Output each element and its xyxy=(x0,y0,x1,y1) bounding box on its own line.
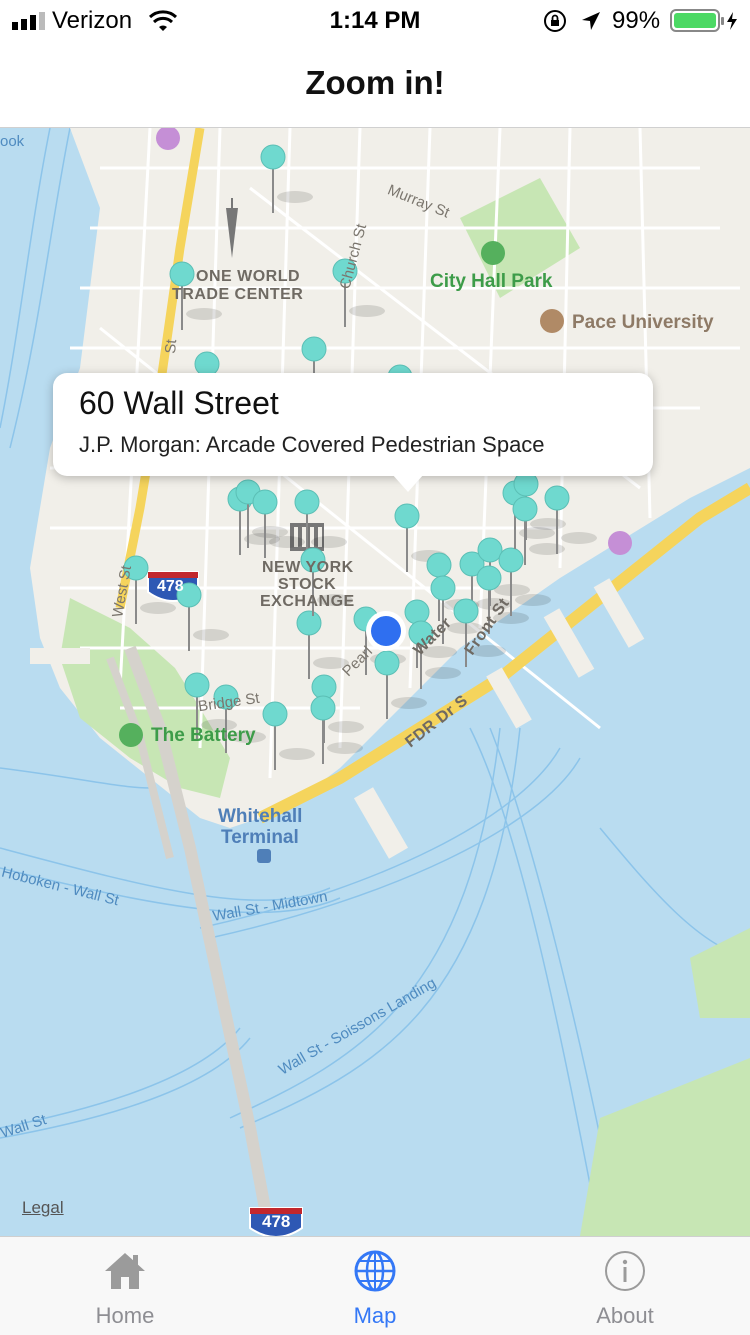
label-greenwich-st: St xyxy=(162,338,181,355)
globe-icon xyxy=(354,1250,396,1292)
label-city-hall-park[interactable]: City Hall Park xyxy=(430,271,553,293)
pin-shadow xyxy=(425,667,461,679)
tab-bar: Home Map About xyxy=(0,1236,750,1335)
ferry-terminal-icon xyxy=(257,849,271,863)
pin-shadow xyxy=(515,594,551,606)
pin-shadow xyxy=(349,305,385,317)
pin-head[interactable] xyxy=(294,489,320,515)
callout-subtitle: J.P. Morgan: Arcade Covered Pedestrian S… xyxy=(79,432,545,457)
rotation-lock-icon xyxy=(544,10,566,32)
label-brook: ook xyxy=(0,133,25,150)
pin-head[interactable] xyxy=(453,598,479,624)
pin-head[interactable] xyxy=(498,547,524,573)
label-interstate-478-bottom: 478 xyxy=(262,1212,291,1231)
label-trade-center: TRADE CENTER xyxy=(172,286,304,303)
label-nyse-line2: STOCK xyxy=(278,576,337,593)
pin-head[interactable] xyxy=(311,674,337,700)
pin-head[interactable] xyxy=(184,672,210,698)
pin-head[interactable] xyxy=(296,610,322,636)
pin-head[interactable] xyxy=(260,144,286,170)
label-nyse-line3: EXCHANGE xyxy=(260,593,355,610)
legal-link[interactable]: Legal xyxy=(22,1198,64,1218)
pin-head[interactable] xyxy=(252,489,278,515)
pin-head[interactable] xyxy=(394,503,420,529)
map-view[interactable]: ONE WORLD TRADE CENTER City Hall Park Pa… xyxy=(0,128,750,1236)
tab-home[interactable]: Home xyxy=(0,1237,250,1335)
label-whitehall-line1: Whitehall xyxy=(218,806,303,827)
callout-title[interactable]: 60 Wall Street xyxy=(79,385,279,422)
battery-percent: 99% xyxy=(612,7,661,34)
label-nyse-line1: NEW YORK xyxy=(262,559,354,576)
pin-shadow xyxy=(269,536,305,548)
university-icon xyxy=(540,309,564,333)
annotation-callout[interactable]: 60 Wall Street J.P. Morgan: Arcade Cover… xyxy=(53,373,653,476)
tab-about-label: About xyxy=(596,1303,654,1328)
status-bar: Verizon 1:14 PM 99% xyxy=(0,0,750,40)
label-pace-university[interactable]: Pace University xyxy=(572,312,714,334)
navigation-bar: Zoom in! xyxy=(0,40,750,128)
pin-head[interactable] xyxy=(301,336,327,362)
callout-pointer xyxy=(392,474,424,492)
pin-head[interactable] xyxy=(404,599,430,625)
pin-shadow xyxy=(140,602,176,614)
pin-head[interactable] xyxy=(544,485,570,511)
pin-shadow xyxy=(561,532,597,544)
info-icon xyxy=(605,1251,645,1291)
pin-head[interactable] xyxy=(430,575,456,601)
page-title: Zoom in! xyxy=(305,64,445,101)
pin-shadow xyxy=(327,742,363,754)
pin-head[interactable] xyxy=(476,565,502,591)
pin-head[interactable] xyxy=(169,261,195,287)
pin-head[interactable] xyxy=(512,496,538,522)
pin-head[interactable] xyxy=(374,650,400,676)
battery-icon xyxy=(670,9,737,32)
park-tree-icon xyxy=(481,241,505,265)
tab-about[interactable]: About xyxy=(500,1237,750,1335)
pin-head[interactable] xyxy=(477,537,503,563)
pin-shadow xyxy=(530,518,566,530)
battery-tree-icon xyxy=(119,723,143,747)
pin-head[interactable] xyxy=(262,701,288,727)
pin-shadow xyxy=(311,536,347,548)
pin-shadow xyxy=(328,721,364,733)
tab-map-label: Map xyxy=(353,1303,397,1328)
pin-shadow xyxy=(186,308,222,320)
pin-head[interactable] xyxy=(426,552,452,578)
house-icon xyxy=(105,1253,145,1289)
pin-shadow xyxy=(529,543,565,555)
pin-shadow xyxy=(277,191,313,203)
pin-head[interactable] xyxy=(310,695,336,721)
location-arrow-icon xyxy=(582,12,600,30)
label-the-battery[interactable]: The Battery xyxy=(151,725,256,747)
pin-shadow xyxy=(193,629,229,641)
tab-home-label: Home xyxy=(95,1303,155,1328)
user-location-dot xyxy=(371,616,401,646)
pin-shadow xyxy=(279,748,315,760)
label-whitehall-line2: Terminal xyxy=(221,827,299,848)
theater-icon-right xyxy=(608,531,632,555)
map-canvas[interactable] xyxy=(0,128,750,1236)
pin-shadow xyxy=(391,697,427,709)
label-one-world: ONE WORLD xyxy=(196,268,301,285)
tab-map[interactable]: Map xyxy=(250,1237,500,1335)
label-interstate-478-top: 478 xyxy=(157,578,184,595)
